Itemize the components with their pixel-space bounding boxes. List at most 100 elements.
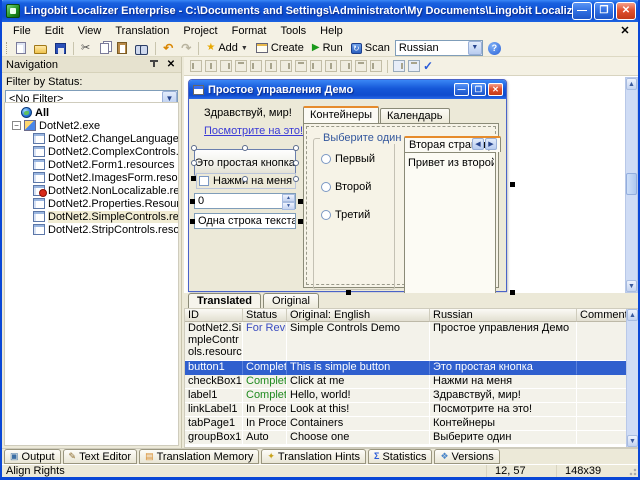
selection-handle[interactable] xyxy=(191,160,197,166)
link-label[interactable]: Посмотрите на это! xyxy=(204,125,303,137)
designer-vertical-scrollbar[interactable]: ▲ ▼ xyxy=(625,77,638,293)
close-icon[interactable]: ✕ xyxy=(165,59,177,70)
tab-calendar[interactable]: Календарь xyxy=(380,108,450,123)
same-height-icon[interactable] xyxy=(295,60,307,72)
tree-item-imagesform[interactable]: DotNet2.ImagesForm.resources xyxy=(5,171,178,184)
radio-third[interactable]: Третий xyxy=(321,209,370,221)
tab-versions[interactable]: ❖ Versions xyxy=(434,449,499,464)
dialog-close-button[interactable]: ✕ xyxy=(488,83,503,96)
preview-dialog[interactable]: Простое управления Демо — ❐ ✕ Здравствуй… xyxy=(188,79,507,292)
space-down-icon[interactable] xyxy=(340,60,352,72)
tab-text-editor[interactable]: ✎ Text Editor xyxy=(63,449,138,464)
selection-handle[interactable] xyxy=(190,219,195,224)
language-combobox[interactable]: Russian ▼ xyxy=(395,40,483,56)
table-row[interactable]: tabPage1 In Process Containers Контейнер… xyxy=(185,417,639,431)
tab-statistics[interactable]: Σ Statistics xyxy=(368,449,432,464)
scroll-left-icon[interactable]: ◀ xyxy=(472,138,484,150)
table-row[interactable]: groupBox1 Auto Choose one Выберите один xyxy=(185,431,639,445)
validate-icon[interactable]: ✓ xyxy=(423,59,433,73)
tab-output[interactable]: ▣ Output xyxy=(4,449,61,464)
add-button[interactable]: ★ Add▼ xyxy=(203,41,250,56)
selection-handle[interactable] xyxy=(242,145,248,151)
selection-handle[interactable] xyxy=(191,145,197,151)
menu-view[interactable]: View xyxy=(71,23,109,39)
find-button[interactable] xyxy=(132,41,151,56)
tab-translated[interactable]: Translated xyxy=(188,293,261,308)
spin-up-icon[interactable]: ▲ xyxy=(282,194,295,202)
mdi-close-icon[interactable]: ✕ xyxy=(618,24,632,38)
center-vertical-icon[interactable] xyxy=(370,60,382,72)
tab-original[interactable]: Original xyxy=(263,293,319,308)
tab-translation-memory[interactable]: ▤ Translation Memory xyxy=(139,449,259,464)
selection-handle[interactable] xyxy=(510,290,515,295)
minimize-button[interactable]: — xyxy=(572,2,592,20)
menu-edit[interactable]: Edit xyxy=(38,23,71,39)
save-button[interactable] xyxy=(52,41,69,56)
menu-format[interactable]: Format xyxy=(225,23,274,39)
undo-button[interactable]: ↶ xyxy=(160,41,176,56)
tree-item-stripcontrols[interactable]: DotNet2.StripControls.resources xyxy=(5,223,178,236)
selection-handle[interactable] xyxy=(298,199,303,204)
align-top-icon[interactable] xyxy=(235,60,247,72)
run-button[interactable]: ▶ Run xyxy=(309,41,346,56)
selection-handle[interactable] xyxy=(293,145,299,151)
space-across-icon[interactable] xyxy=(325,60,337,72)
dialog-title-bar[interactable]: Простое управления Демо — ❐ ✕ xyxy=(189,80,506,99)
tree-item-simplecontrols[interactable]: DotNet2.SimpleControls.resources xyxy=(5,210,178,223)
scroll-up-icon[interactable]: ▲ xyxy=(626,78,637,90)
menu-file[interactable]: File xyxy=(6,23,38,39)
table-row[interactable]: checkBox1 Complete Click at me Нажми на … xyxy=(185,375,639,389)
single-line-textbox[interactable]: Одна строка текста xyxy=(194,213,296,229)
scrollbar-thumb[interactable] xyxy=(626,173,637,195)
open-button[interactable] xyxy=(31,41,50,56)
menu-translation[interactable]: Translation xyxy=(108,23,176,39)
radio-icon[interactable] xyxy=(321,154,331,164)
paste-button[interactable] xyxy=(114,41,130,56)
scroll-up-icon[interactable]: ▲ xyxy=(627,309,638,321)
preview-icon[interactable] xyxy=(408,60,420,72)
align-center-icon[interactable] xyxy=(205,60,217,72)
dialog-maximize-button[interactable]: ❐ xyxy=(471,83,486,96)
radio-icon[interactable] xyxy=(321,210,331,220)
selection-handle[interactable] xyxy=(191,176,196,181)
tree-item-nonlocalizable[interactable]: DotNet2.NonLocalizable.resources xyxy=(5,184,178,197)
redo-button[interactable]: ↷ xyxy=(178,41,194,56)
selection-handle[interactable] xyxy=(190,199,195,204)
checkbox-box[interactable] xyxy=(199,176,209,186)
pin-icon[interactable] xyxy=(150,60,159,70)
tree-item-all[interactable]: All xyxy=(5,106,178,119)
column-original[interactable]: Original: English xyxy=(287,309,430,322)
tree-item-complexcontrols[interactable]: DotNet2.ComplexControls.resources xyxy=(5,145,178,158)
selection-handle[interactable] xyxy=(293,160,299,166)
scan-button[interactable]: ↻ Scan xyxy=(348,41,393,56)
column-status[interactable]: Status xyxy=(243,309,287,322)
selection-handle[interactable] xyxy=(298,219,303,224)
title-bar[interactable]: Lingobit Localizer Enterprise - C:\Docum… xyxy=(0,0,640,22)
tab-translation-hints[interactable]: ✦ Translation Hints xyxy=(261,449,366,464)
table-row[interactable]: label1 Complete Hello, world! Здравствуй… xyxy=(185,389,639,403)
tree-item-changelanguagedlg[interactable]: DotNet2.ChangeLanguageDlg.resources xyxy=(5,132,178,145)
align-bottom-icon[interactable] xyxy=(265,60,277,72)
same-width-icon[interactable] xyxy=(280,60,292,72)
collapse-icon[interactable]: − xyxy=(12,121,21,130)
scroll-down-icon[interactable]: ▼ xyxy=(627,435,638,447)
align-left-icon[interactable] xyxy=(190,60,202,72)
align-right-icon[interactable] xyxy=(220,60,232,72)
center-horizontal-icon[interactable] xyxy=(355,60,367,72)
toolbar-grip[interactable] xyxy=(6,42,9,54)
radio-icon[interactable] xyxy=(321,182,331,192)
table-row-selected[interactable]: button1 Complete This is simple button Э… xyxy=(185,361,639,375)
same-size-icon[interactable] xyxy=(310,60,322,72)
chevron-down-icon[interactable]: ▼ xyxy=(468,41,482,55)
selection-handle[interactable] xyxy=(293,176,299,182)
spin-down-icon[interactable]: ▼ xyxy=(282,202,295,210)
menu-project[interactable]: Project xyxy=(176,23,224,39)
tab-order-icon[interactable] xyxy=(393,60,405,72)
align-middle-icon[interactable] xyxy=(250,60,262,72)
tree-item-dotnet2-exe[interactable]: − DotNet2.exe xyxy=(5,119,178,132)
spinner[interactable]: ▲▼ xyxy=(282,194,295,208)
cut-button[interactable]: ✂ xyxy=(78,41,93,56)
column-comment[interactable]: Comment xyxy=(577,309,628,322)
tree-item-form1[interactable]: DotNet2.Form1.resources xyxy=(5,158,178,171)
selection-handle[interactable] xyxy=(510,182,515,187)
